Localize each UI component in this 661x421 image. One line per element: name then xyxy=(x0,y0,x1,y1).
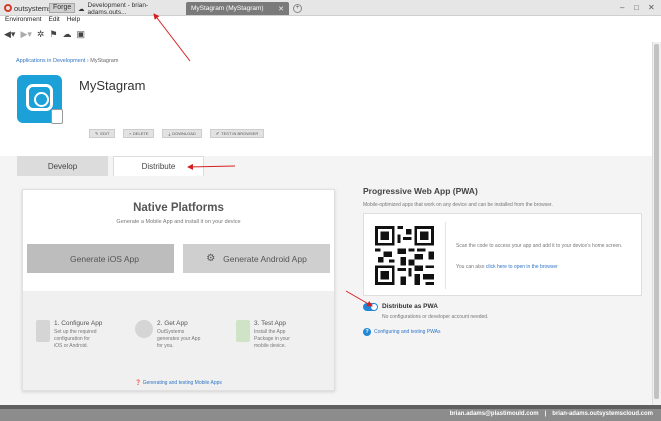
brand-label: outsystems xyxy=(14,3,52,13)
step-desc: mobile device. xyxy=(254,342,286,349)
trash-icon: ▪ xyxy=(129,131,131,136)
app-actions: ✎ EDIT ▪ DELETE ⤓ DOWNLOAD ✐ TEST IN BRO… xyxy=(89,129,265,138)
edit-button[interactable]: ✎ EDIT xyxy=(89,129,116,138)
step-desc: configuration for xyxy=(54,335,90,342)
status-bar: brian.adams@plastimould.com | brian-adam… xyxy=(0,405,661,421)
pwa-title: Progressive Web App (PWA) xyxy=(363,186,478,196)
pwa-qr-card: Scan the code to access your app and add… xyxy=(363,213,642,296)
test-in-browser-button[interactable]: ✐ TEST IN BROWSER xyxy=(209,129,265,138)
android-icon: ⚙ xyxy=(206,253,216,264)
tab-distribute[interactable]: Distribute xyxy=(113,156,204,176)
step-test-app: 3. Test App Install the App Package in y… xyxy=(236,320,290,349)
close-tab-icon[interactable]: ✕ xyxy=(278,5,284,13)
back-icon[interactable]: ◀▾ xyxy=(4,29,15,40)
phone-icon xyxy=(236,320,250,342)
gears-icon xyxy=(135,320,153,338)
open-in-browser-row: You can also click here to open in the b… xyxy=(456,264,558,270)
tab-development[interactable]: ☁ Development - brian-adams.outs... xyxy=(73,1,186,16)
distribute-pwa-toggle[interactable] xyxy=(363,303,378,311)
tab-mystagram-label: MyStagram (MyStagram) xyxy=(191,5,264,12)
download-button-label: DOWNLOAD xyxy=(172,131,196,136)
status-separator: | xyxy=(544,411,547,417)
edit-button-label: EDIT xyxy=(100,131,110,136)
open-in-browser-link[interactable]: click here to open in the browser xyxy=(486,264,558,270)
breadcrumb: Applications in Development › MyStagram xyxy=(16,58,118,64)
generate-ios-button[interactable]: Generate iOS App xyxy=(27,244,174,273)
menu-bar: Environment Edit Help xyxy=(0,16,80,26)
distribute-pwa-subtitle: No configurations or developer account n… xyxy=(382,314,489,320)
outsystems-logo-icon xyxy=(4,4,12,12)
forward-icon[interactable]: ▶▾ xyxy=(20,29,31,40)
toolbar: ◀▾ ▶▾ ✲ ⚑ ☁ ▣ xyxy=(4,28,85,40)
new-tab-button[interactable]: + xyxy=(293,4,302,13)
step-title: 2. Get App xyxy=(157,320,188,327)
status-user: brian.adams@plastimould.com xyxy=(449,411,539,417)
step-desc: iOS or Android. xyxy=(54,342,88,349)
menu-edit[interactable]: Edit xyxy=(49,16,60,26)
step-title: 3. Test App xyxy=(254,320,287,327)
pwa-subtitle: Mobile-optimized apps that work on any d… xyxy=(363,202,553,208)
native-platforms-subtitle: Generate a Mobile App and install it on … xyxy=(116,219,241,225)
maximize-button[interactable]: □ xyxy=(634,3,639,12)
step-desc: Set up the required xyxy=(54,329,97,335)
generate-android-label: Generate Android App xyxy=(223,253,307,264)
native-platforms-panel: Native Platforms Generate a Mobile App a… xyxy=(22,189,335,391)
tab-mystagram[interactable]: MyStagram (MyStagram) ✕ xyxy=(186,2,289,15)
test-in-browser-label: TEST IN BROWSER xyxy=(221,131,259,136)
qr-divider xyxy=(445,222,446,289)
open-in-browser-prefix: You can also xyxy=(456,264,486,270)
qr-code xyxy=(375,226,434,285)
deploy-icon[interactable]: ☁ xyxy=(63,29,72,40)
native-platforms-title: Native Platforms xyxy=(133,202,224,214)
outsystems-logo[interactable]: outsystems xyxy=(4,3,52,13)
title-bar: outsystems Forge ☁ Development - brian-a… xyxy=(0,0,661,16)
minimize-button[interactable]: – xyxy=(620,3,624,12)
qr-instructions: Scan the code to access your app and add… xyxy=(456,243,623,249)
step-title: 1. Configure App xyxy=(54,320,103,327)
delete-button[interactable]: ▪ DELETE xyxy=(123,129,155,138)
configure-icon xyxy=(36,320,50,342)
mobile-apps-help-link[interactable]: ❓ Generating and testing Mobile Apps xyxy=(23,380,334,386)
mobile-apps-help-label: Generating and testing Mobile Apps xyxy=(142,380,222,386)
close-window-button[interactable]: ✕ xyxy=(648,3,655,12)
camera-icon xyxy=(26,84,53,111)
breadcrumb-current: MyStagram xyxy=(90,58,119,64)
gear-icon[interactable]: ✲ xyxy=(37,29,45,40)
generate-android-button[interactable]: ⚙ Generate Android App xyxy=(183,244,330,273)
download-icon: ⤓ xyxy=(168,131,171,136)
scrollbar-thumb[interactable] xyxy=(654,44,659,399)
step-desc: generates your App xyxy=(157,335,201,342)
pencil-icon: ✎ xyxy=(95,131,99,136)
step-desc: Package in your xyxy=(254,335,290,342)
app-icon xyxy=(17,75,63,124)
menu-help[interactable]: Help xyxy=(67,16,80,26)
arrow-to-tab xyxy=(153,13,191,62)
distribute-pwa-label: Distribute as PWA xyxy=(382,303,438,310)
wrench-icon: ✐ xyxy=(215,131,220,136)
step-get-app: 2. Get App OutSystems generates your App… xyxy=(135,320,200,349)
forge-button[interactable]: Forge xyxy=(49,3,76,13)
steps-section: 1. Configure App Set up the required con… xyxy=(23,291,334,390)
app-title: MyStagram xyxy=(79,78,146,93)
step-configure: 1. Configure App Set up the required con… xyxy=(36,320,102,349)
cloud-icon: ☁ xyxy=(78,5,85,13)
step-desc: for you. xyxy=(157,342,174,349)
help-icon: ? xyxy=(363,328,371,336)
step-desc: OutSystems xyxy=(157,329,185,335)
gift-icon[interactable]: ▣ xyxy=(77,29,86,40)
step-desc: Install the App xyxy=(254,329,286,335)
tab-development-label: Development - brian-adams.outs... xyxy=(87,1,149,16)
mobile-phone-icon xyxy=(51,109,63,124)
menu-environment[interactable]: Environment xyxy=(5,16,42,26)
status-server: brian-adams.outsystemscloud.com xyxy=(552,411,653,417)
breadcrumb-parent[interactable]: Applications in Development xyxy=(16,58,85,64)
download-button[interactable]: ⤓ DOWNLOAD xyxy=(162,129,202,138)
help-icon: ❓ xyxy=(135,380,142,386)
publish-icon[interactable]: ⚑ xyxy=(49,29,57,40)
delete-button-label: DELETE xyxy=(132,131,149,136)
tab-develop[interactable]: Develop xyxy=(17,156,108,176)
generate-ios-label: Generate iOS App xyxy=(70,253,139,264)
pwa-help-link[interactable]: Configuring and testing PWAs xyxy=(374,329,441,335)
